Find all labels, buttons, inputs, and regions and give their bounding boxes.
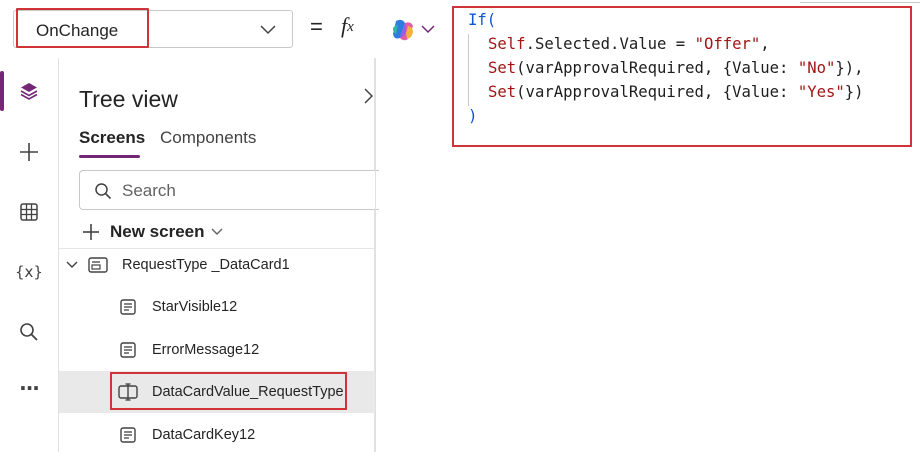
new-screen-button[interactable]: New screen — [82, 218, 223, 246]
tree-node-error-message[interactable]: ErrorMessage12 — [59, 329, 375, 371]
variables-icon: {x} — [15, 263, 43, 281]
copilot-icon — [393, 19, 413, 41]
code-line-3: Set(varApprovalRequired, {Value: "No"}), — [488, 56, 864, 80]
formula-editor[interactable]: If( Self.Selected.Value = "Offer", Set(v… — [452, 6, 912, 147]
indent-guide — [468, 34, 469, 106]
chevron-down-icon[interactable] — [66, 261, 78, 269]
search-icon — [20, 323, 38, 341]
code-line-1: If( — [468, 8, 496, 32]
code-line-4: Set(varApprovalRequired, {Value: "Yes"}) — [488, 80, 864, 104]
top-strip — [800, 0, 920, 3]
equals-sign: = — [310, 14, 323, 39]
node-label: DataCardKey12 — [152, 427, 256, 443]
table-icon — [20, 203, 38, 221]
rail-active-indicator — [0, 71, 4, 111]
left-rail: {x} ··· — [0, 58, 59, 452]
code-text: .Selected.Value = — [525, 35, 695, 53]
formula-bar: OnChange = fx If( Self.Selected.Value = … — [0, 0, 920, 147]
rail-variables-button[interactable]: {x} — [6, 252, 52, 292]
new-screen-label: New screen — [110, 222, 205, 241]
code-line-5: ) — [468, 104, 477, 128]
rail-tree-view-button[interactable] — [6, 71, 52, 111]
code-text: , — [760, 35, 770, 53]
tree-node-datacard-key[interactable]: DataCardKey12 — [59, 414, 375, 452]
label-icon — [120, 342, 136, 358]
tab-components[interactable]: Components — [160, 128, 256, 148]
code-line-2: Self.Selected.Value = "Offer", — [488, 32, 770, 56]
code-self: Self — [488, 35, 526, 53]
fx-icon[interactable]: fx — [341, 13, 354, 39]
code-function: Set — [488, 59, 517, 77]
plus-icon — [83, 224, 99, 240]
rail-insert-button[interactable] — [6, 132, 52, 172]
text-input-icon — [118, 383, 138, 401]
tree-node-datacard[interactable]: RequestType _DataCard1 — [59, 244, 375, 286]
rail-search-button[interactable] — [6, 312, 52, 352]
copilot-button[interactable] — [390, 18, 440, 42]
search-icon — [95, 183, 112, 200]
card-icon — [88, 257, 108, 273]
code-string: "No" — [797, 59, 836, 77]
code-string: "Yes" — [797, 83, 845, 101]
search-input[interactable] — [122, 179, 362, 203]
code-text: }) — [844, 83, 864, 101]
chevron-right-icon[interactable] — [363, 88, 373, 104]
chevron-down-icon — [211, 228, 222, 235]
tree-view-panel: Tree view Screens Components New screen — [59, 58, 379, 452]
code-text: (varApprovalRequired, {Value: — [516, 59, 798, 77]
node-label: RequestType _DataCard1 — [122, 257, 290, 273]
plus-icon — [20, 143, 38, 161]
tree-node-datacard-value[interactable]: DataCardValue_RequestType — [59, 371, 375, 413]
layers-icon — [20, 83, 38, 100]
code-text: (varApprovalRequired, {Value: — [516, 83, 798, 101]
chevron-down-icon — [421, 25, 435, 34]
node-label: StarVisible12 — [152, 299, 238, 315]
code-function: Set — [488, 83, 517, 101]
code-close-paren: ) — [468, 107, 478, 125]
tab-screens[interactable]: Screens — [79, 128, 145, 148]
label-icon — [120, 299, 136, 315]
label-icon — [120, 427, 136, 443]
tree-search[interactable] — [79, 170, 379, 210]
canvas-edge — [375, 58, 376, 452]
code-string: "Offer" — [694, 35, 761, 53]
node-label: ErrorMessage12 — [152, 342, 260, 358]
property-dropdown[interactable]: OnChange — [13, 10, 293, 48]
rail-more-button[interactable]: ··· — [6, 368, 52, 408]
tab-underline — [79, 155, 140, 158]
node-label: DataCardValue_RequestType — [152, 384, 344, 400]
tree-node-star-visible[interactable]: StarVisible12 — [59, 286, 375, 328]
chevron-down-icon — [260, 25, 276, 35]
code-if: If( — [468, 11, 497, 29]
rail-data-button[interactable] — [6, 192, 52, 232]
property-value: OnChange — [36, 21, 119, 40]
more-icon: ··· — [19, 376, 40, 400]
code-text: }), — [835, 59, 864, 77]
fx-sub: x — [347, 19, 354, 35]
panel-title: Tree view — [79, 86, 178, 112]
